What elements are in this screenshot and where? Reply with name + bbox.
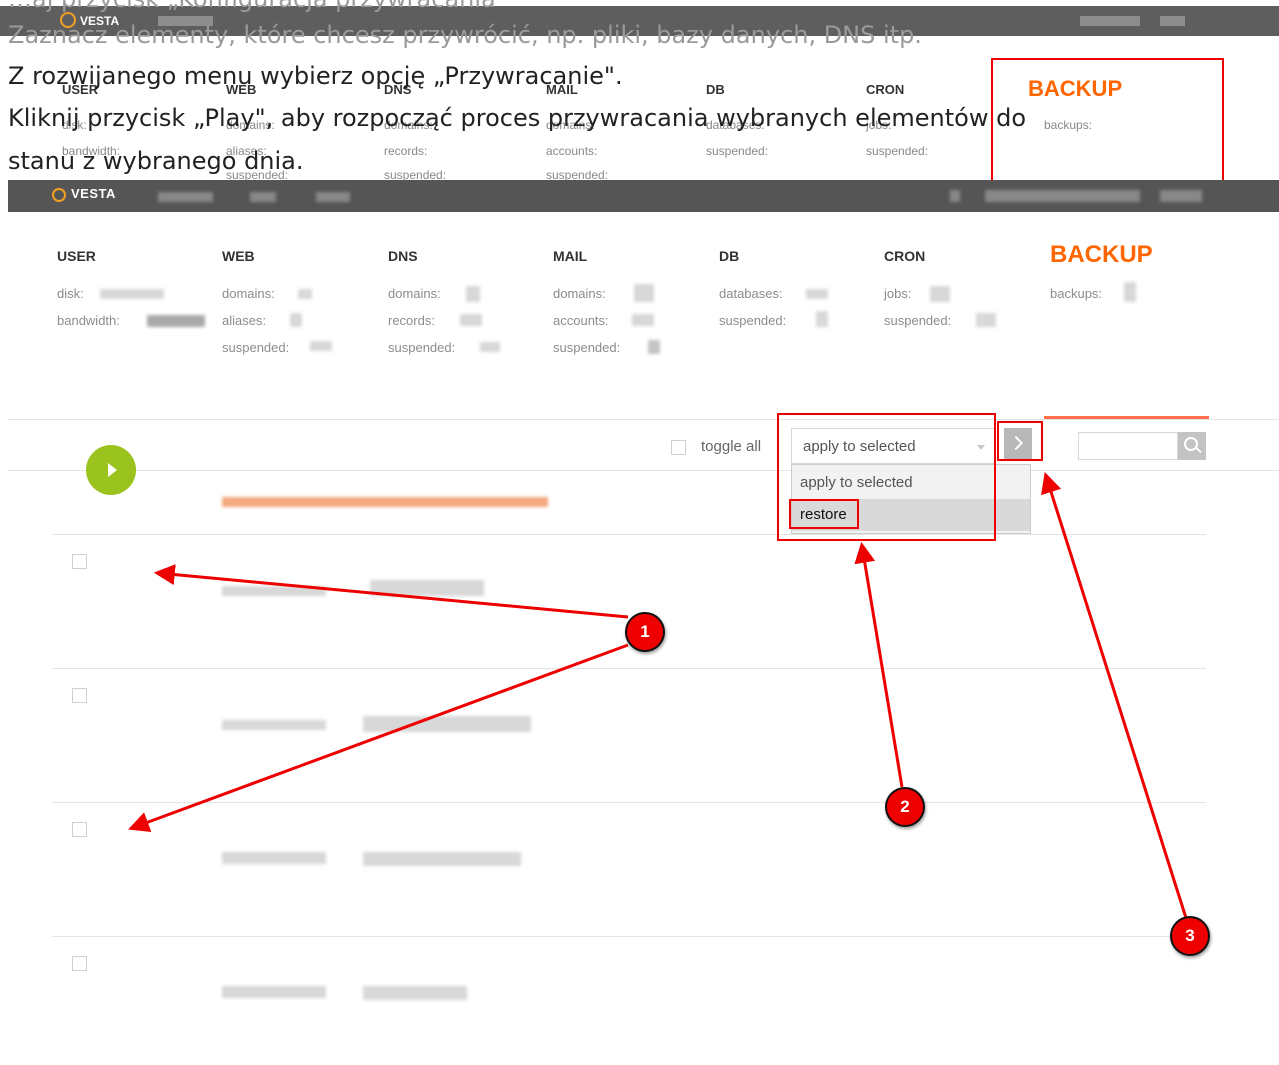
step-badge-1: 1 xyxy=(625,612,665,652)
arrow-3 xyxy=(1041,471,1188,919)
step-badge-2: 2 xyxy=(885,787,925,827)
arrow-1a xyxy=(153,564,629,619)
step-badge-3: 3 xyxy=(1170,916,1210,956)
arrow-1b xyxy=(128,643,629,833)
annotation-arrows xyxy=(128,471,1188,919)
arrow-2 xyxy=(854,541,904,788)
